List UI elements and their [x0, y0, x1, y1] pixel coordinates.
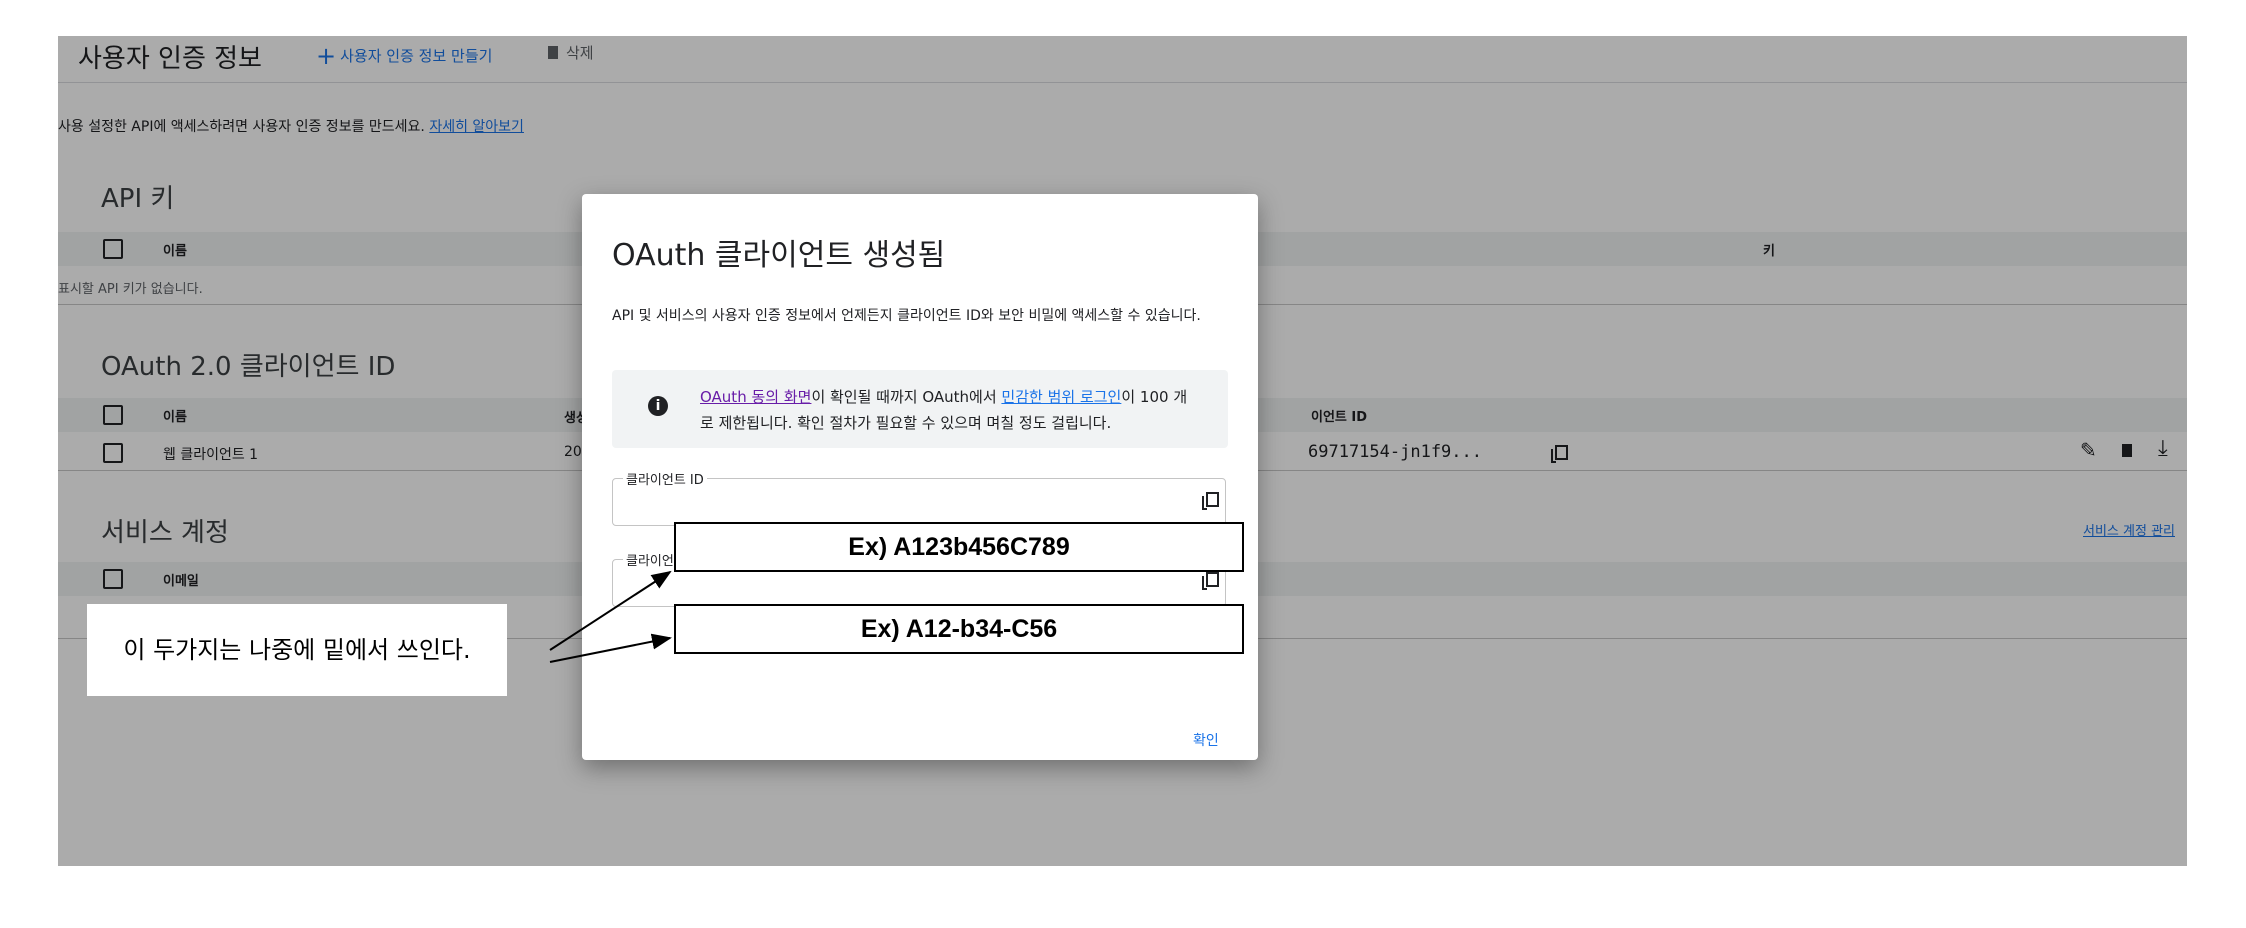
- annotation-arrows: [549, 570, 672, 663]
- arrow-to-client-id: [549, 570, 672, 651]
- arrow-to-client-secret: [549, 633, 672, 663]
